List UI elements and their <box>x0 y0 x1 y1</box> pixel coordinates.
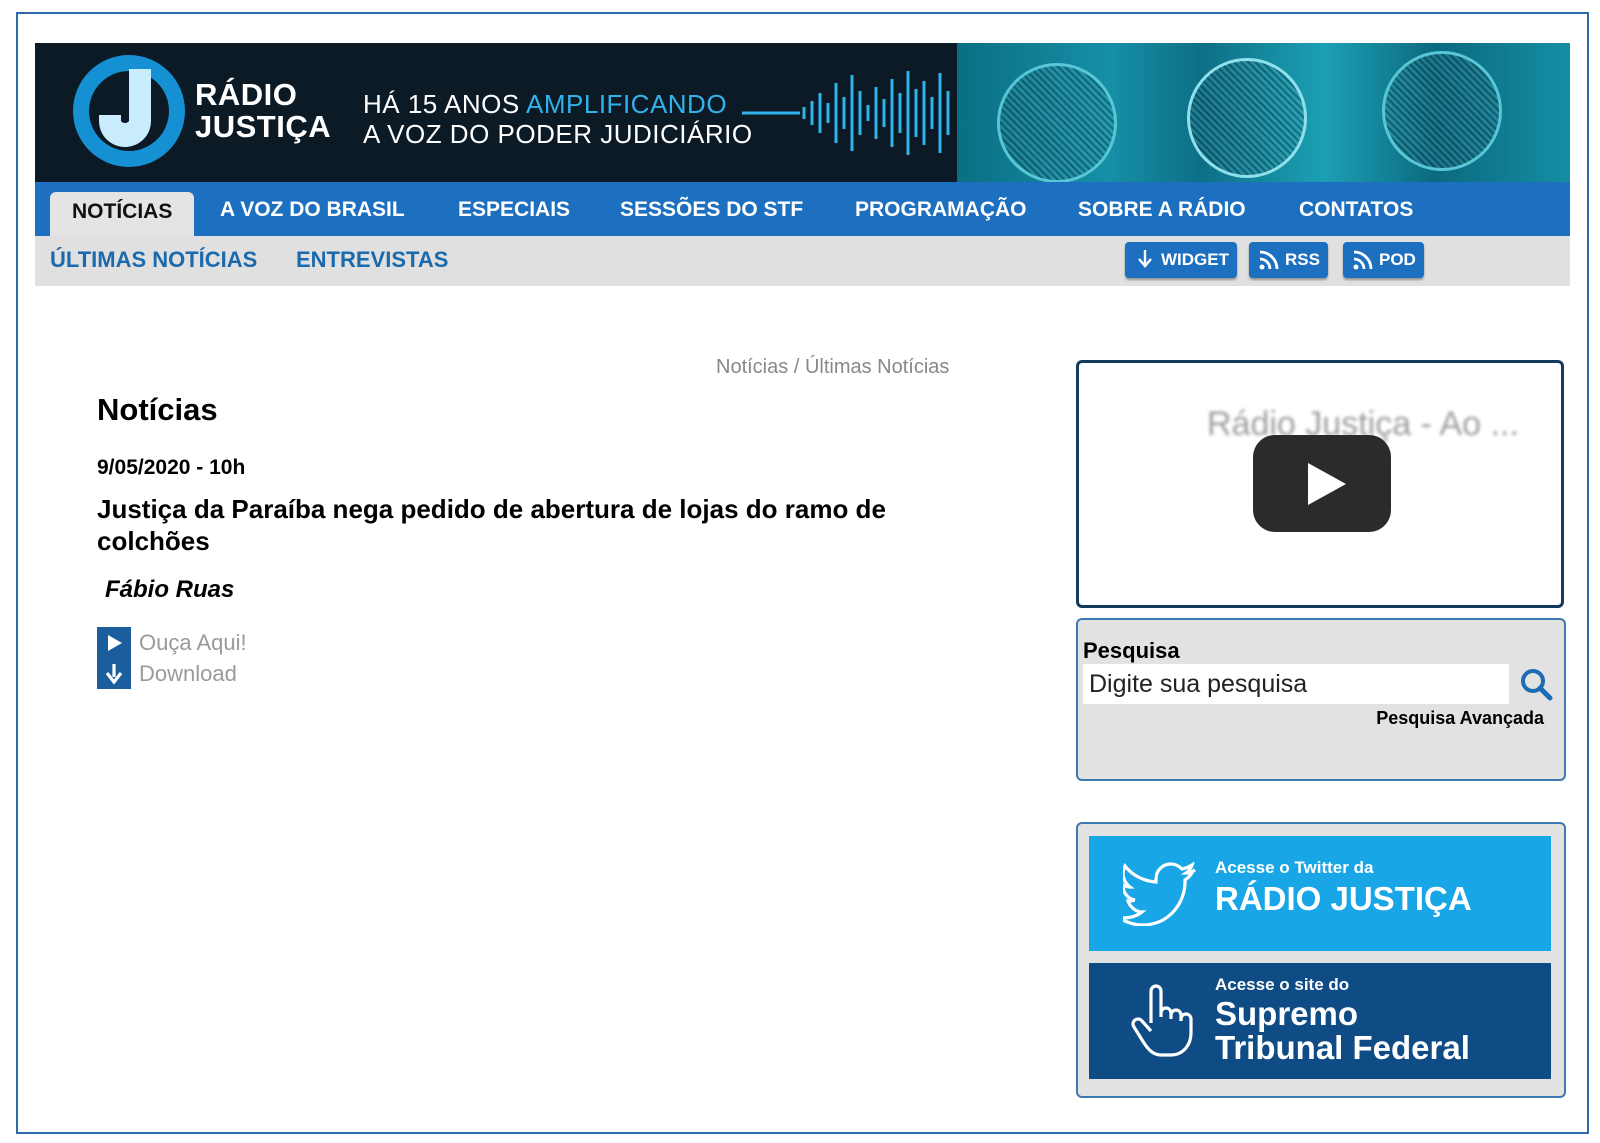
search-button[interactable] <box>1516 664 1556 704</box>
page-title: Notícias <box>97 392 218 427</box>
nav-noticias[interactable]: NOTÍCIAS <box>50 192 195 236</box>
search-icon <box>1521 669 1553 701</box>
search-label: Pesquisa <box>1083 638 1180 663</box>
article-date: 9/05/2020 - 10h <box>97 456 246 479</box>
play-icon <box>97 627 131 658</box>
listen-label: Ouça Aqui! <box>139 629 247 655</box>
sub-navigation: ÚLTIMAS NOTÍCIAS ENTREVISTAS WIDGET RSS … <box>35 236 1570 286</box>
breadcrumb-root[interactable]: Notícias <box>716 356 788 378</box>
rss-icon <box>1259 250 1279 270</box>
download-label: Download <box>139 660 237 686</box>
stf-promo-title-line2: Tribunal Federal <box>1215 1029 1470 1066</box>
promo-panel: Acesse o Twitter da RÁDIO JUSTIÇA Acesse… <box>1076 822 1566 1098</box>
dial-knob <box>1187 58 1307 178</box>
stf-promo-title-line1: Supremo <box>1215 995 1359 1032</box>
breadcrumb: Notícias / Últimas Notícias <box>716 356 949 379</box>
youtube-play-icon[interactable] <box>1253 435 1391 532</box>
breadcrumb-separator: / <box>793 356 800 378</box>
twitter-promo-small-text: Acesse o Twitter da <box>1215 858 1374 877</box>
advanced-search-link[interactable]: Pesquisa Avançada <box>1376 708 1544 729</box>
rss-button[interactable]: RSS <box>1249 242 1328 278</box>
download-arrow-icon <box>1138 250 1152 268</box>
microphone-grill <box>1382 51 1502 171</box>
podcast-feed-icon <box>1353 250 1373 270</box>
widget-button[interactable]: WIDGET <box>1125 242 1237 278</box>
brand-name: RÁDIO JUSTIÇA <box>195 77 332 144</box>
stf-promo-small-text: Acesse o site do <box>1215 975 1350 994</box>
breadcrumb-current[interactable]: Últimas Notícias <box>805 356 949 378</box>
video-embed[interactable]: Rádio Justiça - Ao ... <box>1076 360 1564 608</box>
article-author: Fábio Ruas <box>105 576 235 603</box>
nav-a-voz-do-brasil[interactable]: A VOZ DO BRASIL <box>220 182 405 236</box>
nav-especiais[interactable]: ESPECIAIS <box>458 182 570 236</box>
pointing-hand-icon <box>1131 984 1193 1057</box>
twitter-bird-icon <box>1123 862 1196 926</box>
pod-button[interactable]: POD <box>1343 242 1424 278</box>
twitter-promo-banner[interactable]: Acesse o Twitter da RÁDIO JUSTIÇA <box>1089 836 1551 951</box>
nav-sobre-a-radio[interactable]: SOBRE A RÁDIO <box>1078 182 1246 236</box>
subnav-entrevistas[interactable]: ENTREVISTAS <box>296 236 448 284</box>
header-banner: RÁDIO JUSTIÇA HÁ 15 ANOS AMPLIFICANDO A … <box>35 43 1570 182</box>
search-panel: Pesquisa Pesquisa Avançada <box>1076 618 1566 781</box>
twitter-promo-title: RÁDIO JUSTIÇA <box>1215 880 1472 917</box>
main-navigation: NOTÍCIAS A VOZ DO BRASIL ESPECIAIS SESSÕ… <box>35 182 1570 236</box>
tagline: HÁ 15 ANOS AMPLIFICANDO A VOZ DO PODER J… <box>363 89 753 149</box>
logo-j-glyph <box>99 69 151 147</box>
nav-contatos[interactable]: CONTATOS <box>1299 182 1413 236</box>
subnav-ultimas-noticias[interactable]: ÚLTIMAS NOTÍCIAS <box>50 236 257 284</box>
download-icon <box>97 658 131 689</box>
search-input[interactable] <box>1083 664 1509 704</box>
stf-promo-banner[interactable]: Acesse o site do Supremo Tribunal Federa… <box>1089 963 1551 1079</box>
audio-links: Ouça Aqui! Download <box>97 627 247 689</box>
nav-programacao[interactable]: PROGRAMAÇÃO <box>855 182 1027 236</box>
speaker-grill <box>997 63 1117 182</box>
studio-equipment-photo <box>957 43 1570 182</box>
sound-wave-graphic <box>742 71 950 155</box>
article-headline: Justiça da Paraíba nega pedido de abertu… <box>97 494 886 556</box>
download-link[interactable]: Download <box>97 658 247 689</box>
nav-sessoes-do-stf[interactable]: SESSÕES DO STF <box>620 182 803 236</box>
listen-link[interactable]: Ouça Aqui! <box>97 627 247 658</box>
